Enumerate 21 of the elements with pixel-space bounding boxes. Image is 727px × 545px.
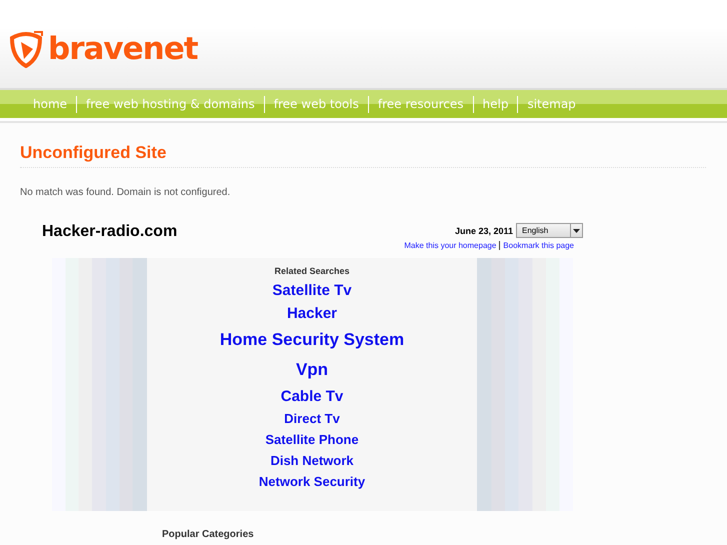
top-link[interactable]: Make this your homepage (401, 241, 500, 250)
domain-name: Hacker-radio.com (42, 223, 178, 242)
categories-heading: Popular Categories (162, 529, 255, 540)
date-text: June 23, 2011 (454, 226, 513, 236)
related-searches-heading: Related Searches (274, 266, 350, 276)
search-link[interactable]: Vpn (296, 360, 328, 380)
shield-logo-icon (8, 30, 44, 68)
top-link[interactable]: Bookmark this page (499, 241, 577, 250)
language-dropdown[interactable]: English (516, 223, 583, 238)
page-title: Unconfigured Site (20, 143, 706, 168)
search-link[interactable]: Dish Network (270, 453, 354, 468)
search-link[interactable]: Satellite Tv (272, 282, 352, 299)
search-link[interactable]: Home Security System (220, 330, 404, 350)
search-link[interactable]: Network Security (258, 474, 366, 489)
search-link[interactable]: Cable Tv (280, 388, 344, 405)
logo-text: bravenet (48, 31, 198, 67)
search-link[interactable]: Hacker (286, 305, 338, 322)
status-message: No match was found. Domain is not configured. (20, 187, 232, 198)
dropdown-arrow-icon (573, 228, 580, 232)
search-link[interactable]: Direct Tv (284, 411, 340, 426)
search-link[interactable]: Satellite Phone (265, 432, 359, 447)
